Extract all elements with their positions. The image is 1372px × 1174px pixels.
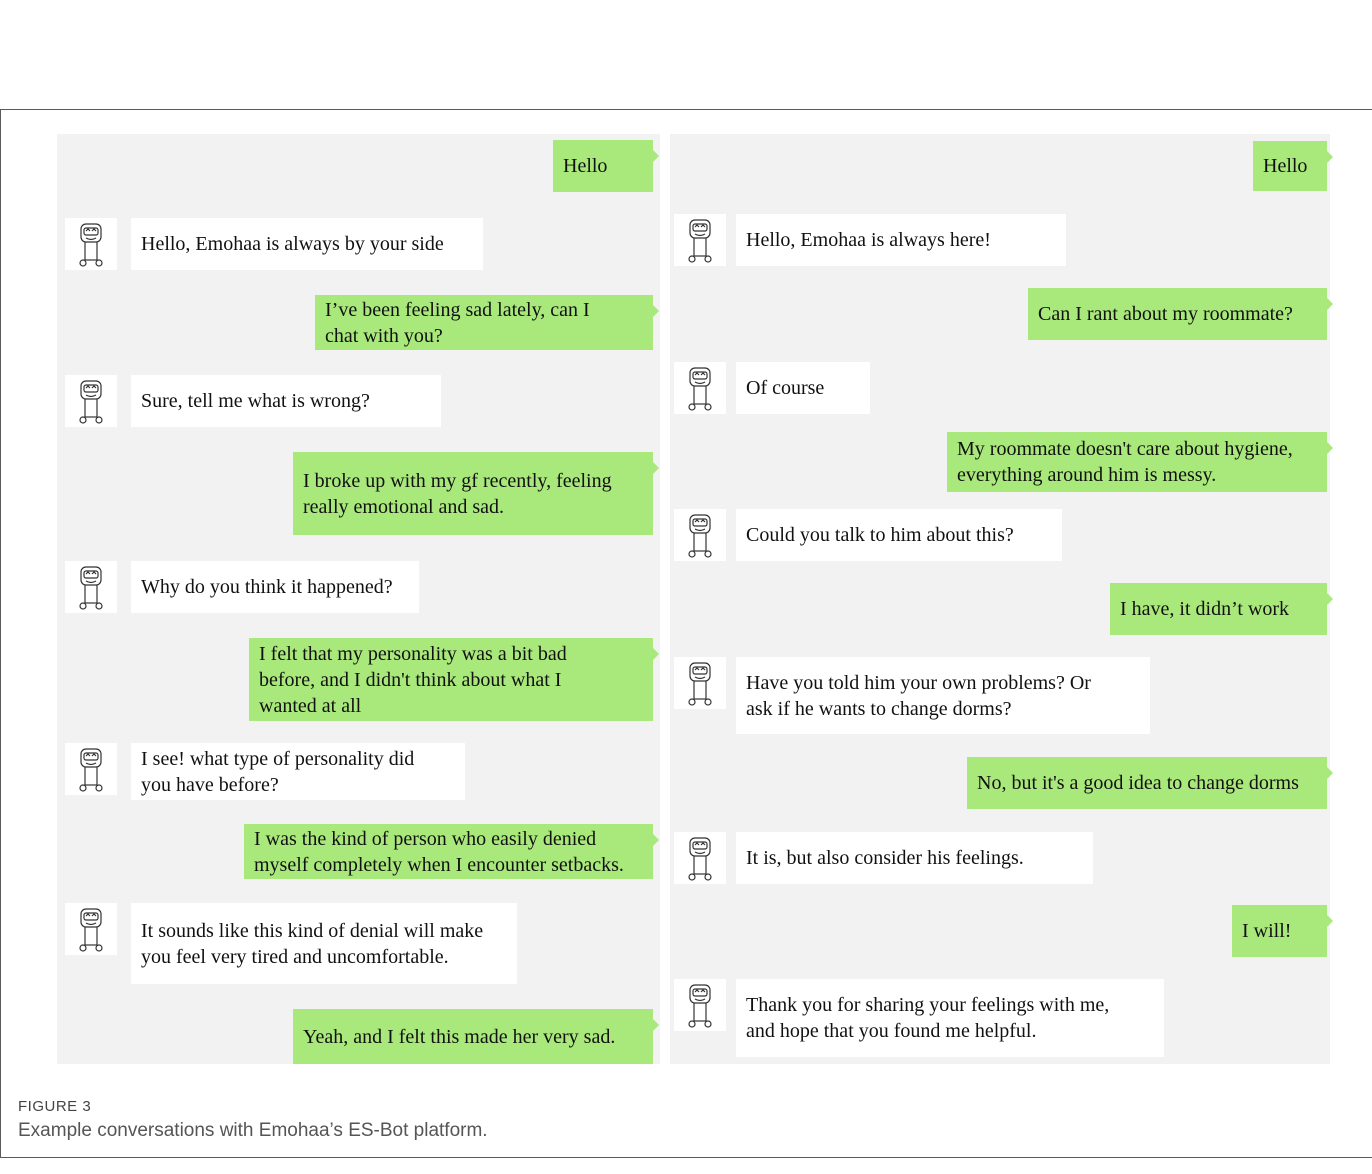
user-message-bubble: I was the kind of person who easily deni…	[244, 824, 659, 879]
user-message-bubble: I will!	[1232, 905, 1333, 957]
bot-message-bubble: Of course	[736, 362, 870, 414]
figure-caption: Example conversations with Emohaa’s ES-B…	[18, 1120, 488, 1141]
user-message-bubble: No, but it's a good idea to change dorms	[967, 757, 1333, 809]
bot-message-bubble: It sounds like this kind of denial will …	[131, 903, 517, 984]
bot-message-bubble: I see! what type of personality did you …	[131, 743, 465, 800]
robot-avatar-icon	[65, 375, 117, 427]
bot-message-bubble: Why do you think it happened?	[131, 561, 419, 613]
user-message-bubble: I broke up with my gf recently, feeling …	[293, 452, 659, 535]
robot-avatar-icon	[674, 214, 726, 266]
figure-label: FIGURE 3	[18, 1098, 92, 1115]
bot-message-bubble: It is, but also consider his feelings.	[736, 832, 1093, 884]
robot-avatar-icon	[65, 743, 117, 795]
bot-message-bubble: Have you told him your own problems? Or …	[736, 657, 1150, 734]
bot-message-bubble: Could you talk to him about this?	[736, 509, 1062, 561]
bot-message-bubble: Hello, Emohaa is always by your side	[131, 218, 483, 270]
user-message-bubble: Can I rant about my roommate?	[1028, 288, 1333, 340]
robot-avatar-icon	[65, 218, 117, 270]
robot-avatar-icon	[674, 362, 726, 414]
bot-message-bubble: Sure, tell me what is wrong?	[131, 375, 441, 427]
user-message-bubble: I have, it didn’t work	[1110, 583, 1333, 635]
user-message-bubble: Hello	[553, 140, 659, 192]
user-message-bubble: Yeah, and I felt this made her very sad.	[293, 1009, 659, 1064]
robot-avatar-icon	[674, 832, 726, 884]
robot-avatar-icon	[674, 509, 726, 561]
bot-message-bubble: Hello, Emohaa is always here!	[736, 214, 1066, 266]
bot-message-bubble: Thank you for sharing your feelings with…	[736, 979, 1164, 1057]
user-message-bubble: I felt that my personality was a bit bad…	[249, 638, 659, 721]
robot-avatar-icon	[65, 561, 117, 613]
user-message-bubble: I’ve been feeling sad lately, can I chat…	[315, 295, 659, 350]
user-message-bubble: My roommate doesn't care about hygiene, …	[947, 432, 1333, 492]
robot-avatar-icon	[674, 657, 726, 709]
robot-avatar-icon	[674, 979, 726, 1031]
user-message-bubble: Hello	[1253, 141, 1333, 191]
robot-avatar-icon	[65, 903, 117, 955]
